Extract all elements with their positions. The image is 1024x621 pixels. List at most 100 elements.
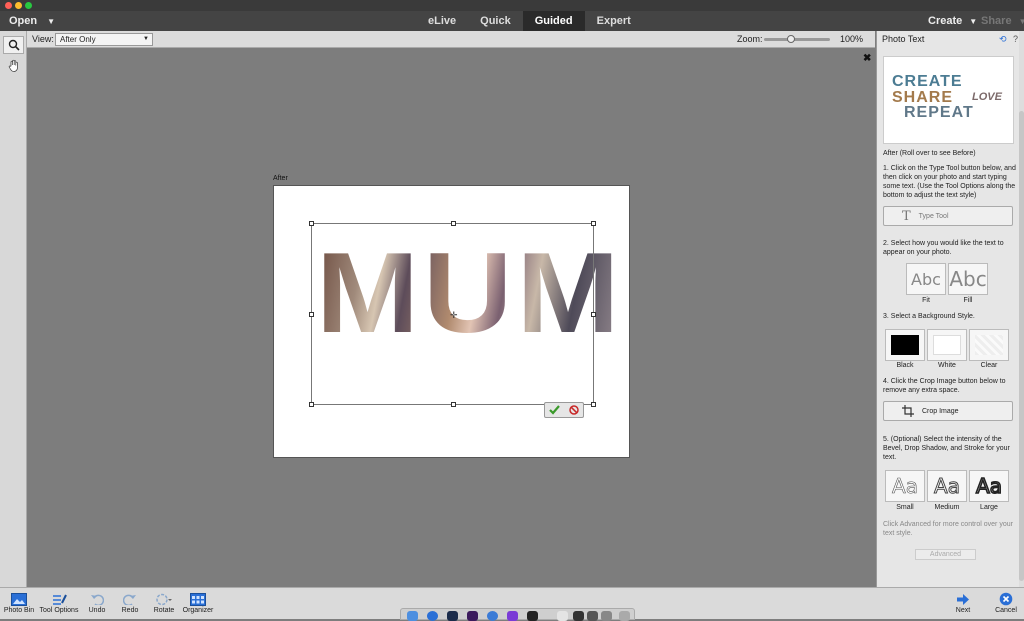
next-button[interactable]: Next [952, 591, 974, 614]
close-window-button[interactable] [5, 2, 12, 9]
intensity-small-option[interactable]: Aa [885, 470, 925, 502]
zoom-tool[interactable] [3, 36, 24, 54]
photo-bin-label: Photo Bin [3, 607, 35, 614]
chevron-down-icon: ▼ [47, 17, 56, 26]
fit-option[interactable]: Abc [906, 263, 946, 295]
type-tool-button[interactable]: T Type Tool [883, 206, 1013, 226]
panel-scroll-thumb[interactable] [1019, 111, 1024, 581]
zoom-slider-knob[interactable] [787, 35, 795, 43]
app-dock-icon[interactable] [507, 611, 518, 621]
view-options-bar: View: After Only ▼ Zoom: 100% [27, 31, 875, 48]
minimize-window-button[interactable] [15, 2, 22, 9]
app-dock-icon[interactable] [573, 611, 584, 621]
transform-handle[interactable] [309, 221, 314, 226]
transform-handle[interactable] [451, 221, 456, 226]
abc-fit-icon: Abc [911, 269, 941, 289]
zoom-window-button[interactable] [25, 2, 32, 9]
preview-thumbnail: CREATE SHARE LOVE REPEAT [883, 56, 1014, 144]
intensity-large-option[interactable]: Aa [969, 470, 1009, 502]
intensity-medium-option[interactable]: Aa [927, 470, 967, 502]
transform-handle[interactable] [309, 312, 314, 317]
chevron-down-icon: ▼ [969, 17, 978, 26]
cancel-icon [999, 592, 1013, 606]
bg-clear-option[interactable] [969, 329, 1009, 361]
after-label: After [273, 175, 288, 182]
create-label: Create [928, 15, 963, 27]
bg-white-label: White [938, 362, 956, 369]
aa-medium-icon: Aa [934, 474, 961, 499]
zoom-slider[interactable] [764, 35, 830, 43]
advanced-button[interactable]: Advanced [915, 549, 976, 560]
preview-word-repeat: REPEAT [904, 104, 974, 121]
crop-image-button[interactable]: Crop Image [883, 401, 1013, 421]
tab-expert[interactable]: Expert [585, 11, 643, 31]
hand-tool[interactable] [3, 56, 24, 74]
panel-scrollbar[interactable] [1019, 31, 1024, 587]
bg-black-option[interactable] [885, 329, 925, 361]
app-dock-icon[interactable] [587, 611, 598, 621]
chevron-down-icon: ▼ [1018, 17, 1024, 26]
share-button[interactable]: Share ▼ [981, 15, 1024, 27]
app-dock-icon[interactable] [447, 611, 458, 621]
tab-guided[interactable]: Guided [522, 11, 585, 31]
transform-handle[interactable] [309, 402, 314, 407]
small-label: Small [896, 504, 914, 511]
finder-dock-icon[interactable] [407, 611, 418, 621]
cancel-label: Cancel [995, 607, 1017, 614]
create-button[interactable]: Create ▼ [928, 15, 977, 27]
organizer-button[interactable]: Organizer [182, 591, 214, 614]
cancel-button[interactable]: Cancel [993, 591, 1019, 614]
guided-panel: Photo Text ⟲ ? CREATE SHARE LOVE REPEAT … [876, 31, 1024, 587]
step2-text: 2. Select how you would like the text to… [883, 240, 1004, 256]
commit-button[interactable] [545, 403, 564, 417]
open-button[interactable]: Open ▼ [9, 15, 55, 27]
photo-bin-button[interactable]: Photo Bin [3, 591, 35, 614]
app-menubar: Open ▼ eLive Quick Guided Expert Create ▼ … [0, 11, 1024, 31]
app-dock-icon[interactable] [467, 611, 478, 621]
terminal-dock-icon[interactable] [527, 611, 538, 621]
safari-dock-icon[interactable] [427, 611, 438, 621]
help-icon[interactable]: ? [1013, 34, 1018, 44]
transform-handle[interactable] [591, 402, 596, 407]
redo-icon [123, 594, 136, 605]
photo-document[interactable]: MUM ✛ [273, 185, 630, 458]
tool-strip [0, 31, 27, 587]
tool-options-label: Tool Options [39, 607, 79, 614]
fill-option[interactable]: Abc [948, 263, 988, 295]
transform-handle[interactable] [591, 221, 596, 226]
medium-label: Medium [934, 504, 960, 511]
close-icon[interactable]: ✖ [863, 53, 871, 64]
transform-bounding-box[interactable]: ✛ [309, 221, 596, 407]
redo-button[interactable]: Redo [118, 591, 142, 614]
app-dock-icon[interactable] [487, 611, 498, 621]
zoom-label: Zoom: [737, 34, 763, 44]
view-select[interactable]: After Only ▼ [55, 33, 153, 46]
after-caption: After (Roll over to see Before) [883, 150, 976, 157]
app-dock-icon[interactable] [557, 611, 568, 621]
step5-text: 5. (Optional) Select the intensity of th… [883, 436, 1010, 461]
cancel-edit-button[interactable] [564, 403, 583, 417]
checkmark-icon [549, 405, 560, 415]
rotate-button[interactable]: Rotate [151, 591, 177, 614]
bg-black-label: Black [896, 362, 914, 369]
tab-elive[interactable]: eLive [416, 11, 468, 31]
crosshair-icon: ✛ [450, 310, 458, 320]
fill-label: Fill [963, 297, 973, 304]
transform-handle[interactable] [451, 402, 456, 407]
trash-dock-icon[interactable] [619, 611, 630, 621]
bg-white-option[interactable] [927, 329, 967, 361]
canvas-area: ✖ After MUM ✛ [27, 48, 875, 587]
redo-label: Redo [121, 607, 139, 614]
tab-quick[interactable]: Quick [468, 11, 523, 31]
white-swatch [933, 335, 961, 355]
crop-icon [902, 405, 914, 417]
tool-options-button[interactable]: Tool Options [38, 591, 80, 614]
transform-handle[interactable] [591, 312, 596, 317]
view-label: View: [32, 34, 54, 44]
undo-button[interactable]: Undo [85, 591, 109, 614]
app-dock-icon[interactable] [601, 611, 612, 621]
chevron-down-icon: ▼ [143, 36, 149, 42]
preview-word-love: LOVE [972, 91, 1002, 103]
reset-icon[interactable]: ⟲ [999, 34, 1007, 45]
organizer-label: Organizer [182, 607, 214, 614]
